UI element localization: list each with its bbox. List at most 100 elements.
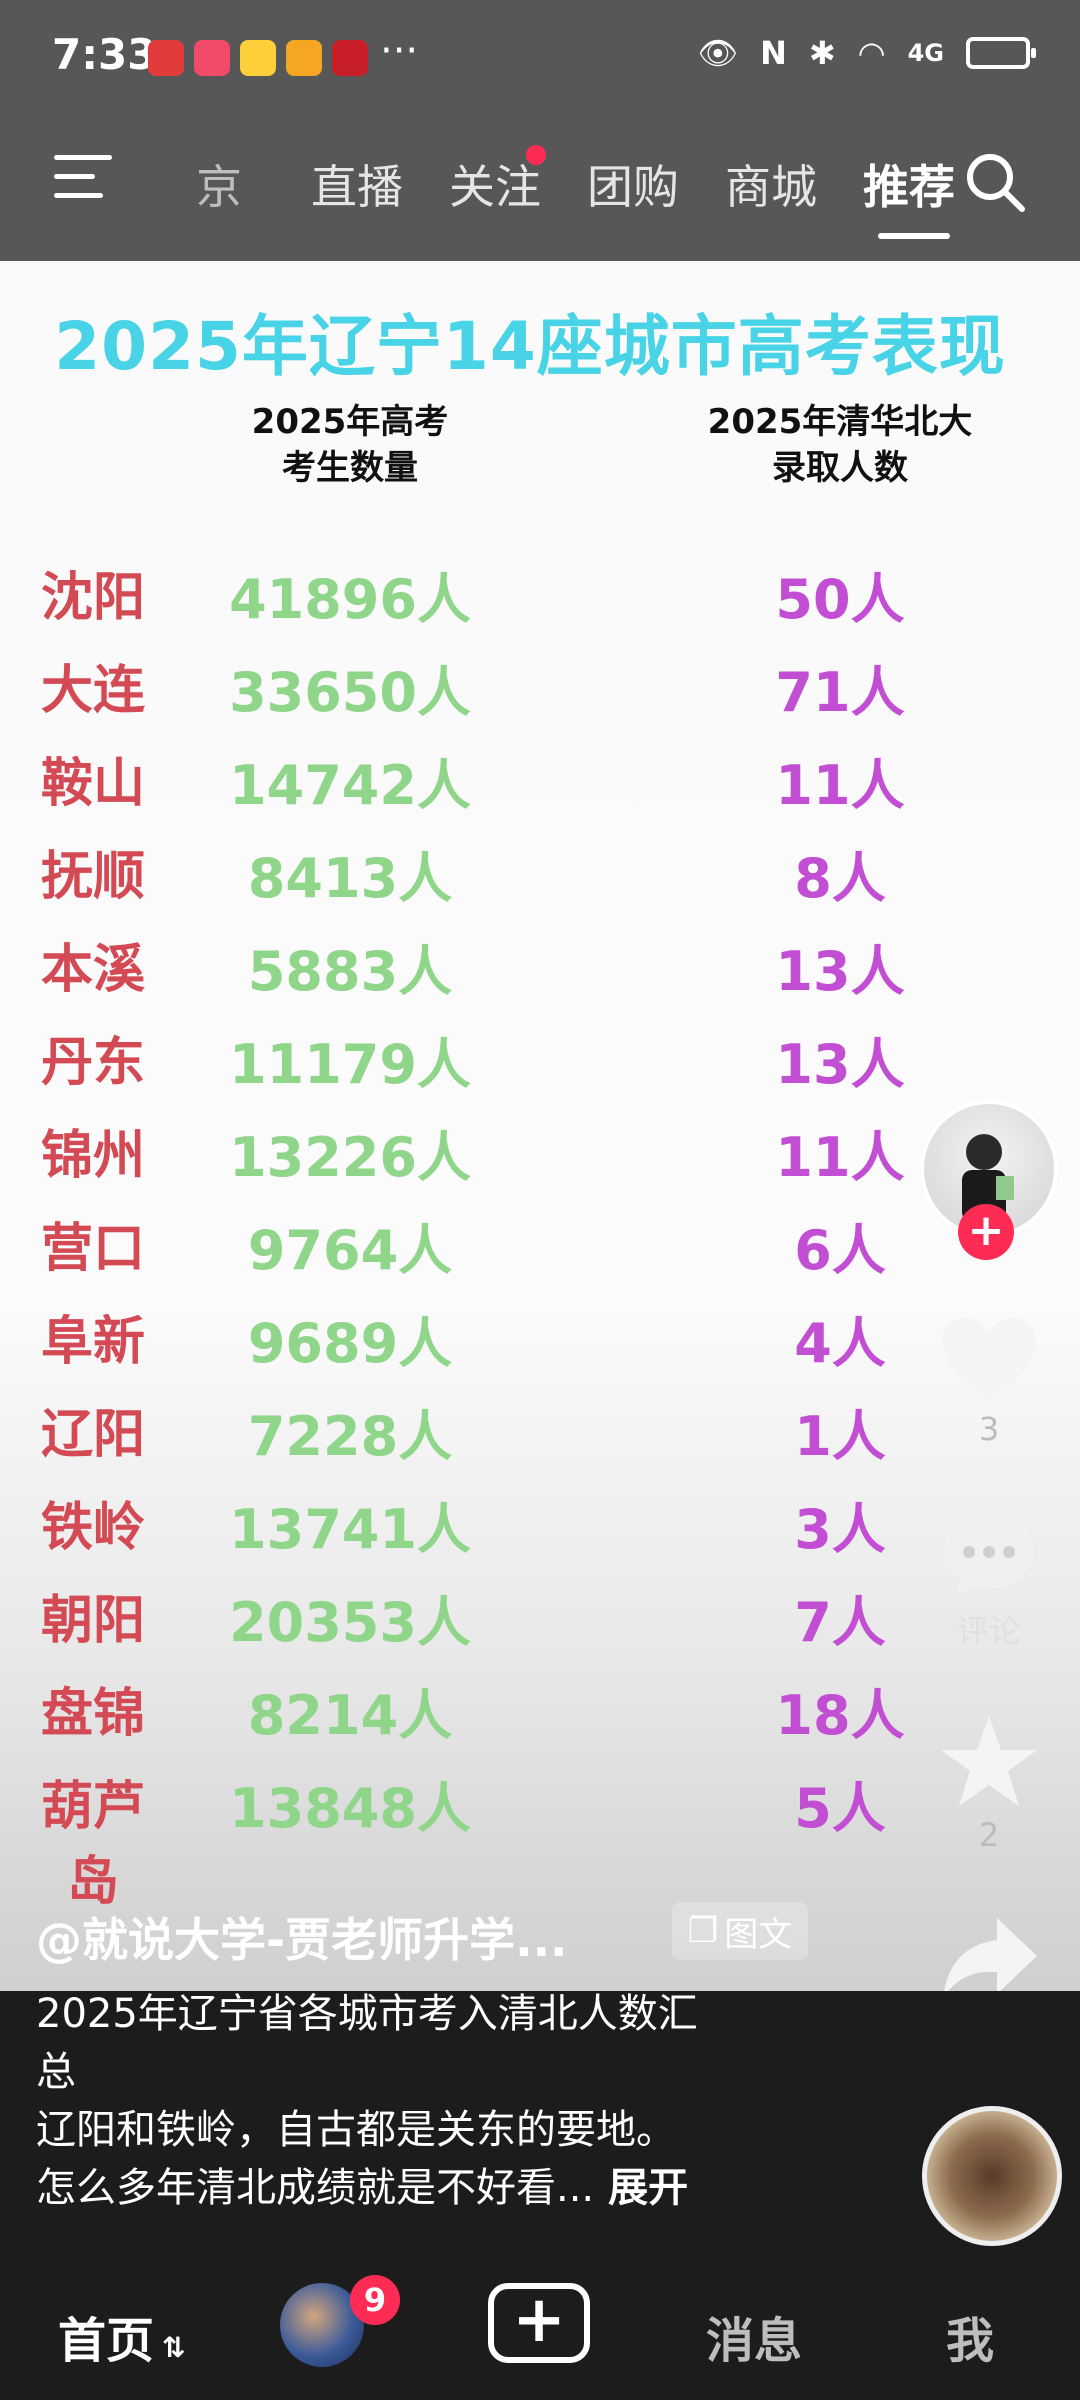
- admission-count: 5人: [794, 1777, 886, 1840]
- friends-badge: 9: [350, 2275, 400, 2325]
- column-header-admit: 2025年清华北大 录取人数: [707, 402, 973, 488]
- bluetooth-icon: ✱: [808, 34, 836, 72]
- tab-live[interactable]: 直播: [288, 151, 426, 217]
- tab-local[interactable]: 京: [150, 151, 288, 217]
- exam-count: 5883人: [247, 940, 453, 1003]
- new-content-dot: [526, 145, 546, 165]
- nav-me[interactable]: 我: [946, 2301, 994, 2371]
- weibo-icon: [240, 40, 276, 76]
- admission-count: 13人: [775, 1033, 905, 1096]
- city-row: 锦州 13226人 11人: [0, 1113, 1080, 1193]
- create-button[interactable]: +: [488, 2283, 590, 2363]
- favorite-action[interactable]: 2: [918, 1712, 1060, 1854]
- city-name: 葫芦岛: [40, 1777, 145, 1912]
- nav-home[interactable]: 首页 ⇅: [58, 2301, 185, 2371]
- tab-recommend[interactable]: 推荐: [840, 151, 978, 239]
- heart-icon: [942, 1317, 1036, 1400]
- caption-line: 怎么多年清北成绩就是不好看... 展开: [36, 2159, 796, 2217]
- exam-count: 8413人: [247, 847, 453, 910]
- city-name: 大连: [40, 661, 145, 721]
- nfc-icon: N: [760, 34, 787, 72]
- admission-count: 1人: [794, 1405, 886, 1468]
- exam-count: 20353人: [229, 1591, 471, 1654]
- admission-count: 13人: [775, 940, 905, 1003]
- city-row: 营口 9764人 6人: [0, 1206, 1080, 1286]
- follow-button[interactable]: +: [958, 1204, 1014, 1260]
- eye-icon: 👁: [697, 34, 739, 72]
- city-name: 沈阳: [40, 568, 145, 628]
- admission-count: 18人: [775, 1684, 905, 1747]
- top-navigation: 京 直播 关注 团购 商城 推荐: [0, 115, 1080, 261]
- exam-count: 8214人: [247, 1684, 453, 1747]
- tab-group-buy[interactable]: 团购: [564, 151, 702, 217]
- column-header-exam: 2025年高考 考生数量: [251, 402, 449, 488]
- city-name: 营口: [40, 1219, 145, 1279]
- nav-messages[interactable]: 消息: [706, 2301, 802, 2371]
- nav-home-label: 首页: [58, 2313, 155, 2369]
- battery-icon: [966, 37, 1036, 69]
- poster-title: 2025年辽宁14座城市高考表现: [54, 308, 1006, 385]
- city-name: 盘锦: [40, 1684, 145, 1744]
- comment-label: 评论: [956, 1612, 1021, 1650]
- city-name: 鞍山: [40, 754, 145, 814]
- admission-count: 71人: [775, 661, 905, 724]
- admission-count: 8人: [794, 847, 886, 910]
- admission-count: 6人: [794, 1219, 886, 1282]
- admission-count: 50人: [775, 568, 905, 631]
- admission-count: 4人: [794, 1312, 886, 1375]
- city-row: 抚顺 8413人 8人: [0, 834, 1080, 914]
- caption-line: 总: [36, 2049, 76, 2095]
- city-row: 大连 33650人 71人: [0, 648, 1080, 728]
- wifi-icon: ◠: [857, 34, 886, 72]
- city-row: 本溪 5883人 13人: [0, 927, 1080, 1007]
- exam-count: 41896人: [229, 568, 471, 631]
- city-row: 丹东 11179人 13人: [0, 1020, 1080, 1100]
- feed-tabs: 京 直播 关注 团购 商城 推荐: [150, 145, 978, 239]
- caption: 2025年辽宁省各城市考入清北人数汇 总 辽阳和铁岭，自古都是关东的要地。 怎么…: [36, 1985, 796, 2217]
- city-row: 沈阳 41896人 50人: [0, 555, 1080, 635]
- taobao-icon: [194, 40, 230, 76]
- favorite-count: 2: [978, 1816, 1000, 1854]
- city-name: 铁岭: [40, 1498, 145, 1558]
- admission-count: 7人: [794, 1591, 886, 1654]
- exam-count: 13848人: [229, 1777, 471, 1840]
- search-icon[interactable]: [962, 149, 1028, 215]
- caption-line: 辽阳和铁岭，自古都是关东的要地。: [36, 2107, 676, 2153]
- exam-count: 11179人: [229, 1033, 471, 1096]
- city-row: 鞍山 14742人 11人: [0, 741, 1080, 821]
- tab-following-label: 关注: [449, 160, 541, 214]
- signal-icon: 4G: [907, 39, 944, 67]
- exam-count: 14742人: [229, 754, 471, 817]
- gallery-icon: ❐: [687, 1911, 719, 1951]
- bank-icon: [332, 40, 368, 76]
- post-description[interactable]: 2025年辽宁省各城市考入清北人数汇 总 辽阳和铁岭，自古都是关东的要地。 怎么…: [0, 1991, 1080, 2253]
- city-name: 本溪: [40, 940, 145, 1000]
- city-name: 丹东: [40, 1033, 145, 1093]
- huawei-icon: [148, 40, 184, 76]
- city-name: 辽阳: [40, 1405, 145, 1465]
- menu-icon[interactable]: [54, 155, 112, 201]
- star-icon: [941, 1716, 1037, 1806]
- like-action[interactable]: 3: [918, 1310, 1060, 1448]
- system-status: 👁 N ✱ ◠ 4G: [697, 34, 1036, 72]
- caption-line-text: 怎么多年清北成绩就是不好看...: [36, 2165, 595, 2211]
- badge-label: 图文: [724, 1914, 793, 1955]
- clock: 7:33: [52, 30, 157, 79]
- tab-mall[interactable]: 商城: [702, 151, 840, 217]
- city-name: 抚顺: [40, 847, 145, 907]
- music-disc[interactable]: [922, 2106, 1062, 2246]
- switch-icon: ⇅: [162, 2331, 186, 2364]
- like-count: 3: [978, 1410, 1000, 1448]
- exam-count: 13741人: [229, 1498, 471, 1561]
- author-name[interactable]: @就说大学-贾老师升学...: [36, 1904, 568, 1970]
- notification-icons: [148, 40, 368, 76]
- city-name: 阜新: [40, 1312, 145, 1372]
- city-name: 朝阳: [40, 1591, 145, 1651]
- tab-following[interactable]: 关注: [426, 145, 564, 217]
- exam-count: 13226人: [229, 1126, 471, 1189]
- bottom-navigation: 首页 ⇅ 9 + 消息 我: [0, 2253, 1080, 2400]
- comment-action[interactable]: 评论: [918, 1512, 1060, 1652]
- expand-button[interactable]: 展开: [608, 2165, 688, 2211]
- admission-count: 11人: [775, 754, 905, 817]
- comment-icon: [943, 1516, 1035, 1598]
